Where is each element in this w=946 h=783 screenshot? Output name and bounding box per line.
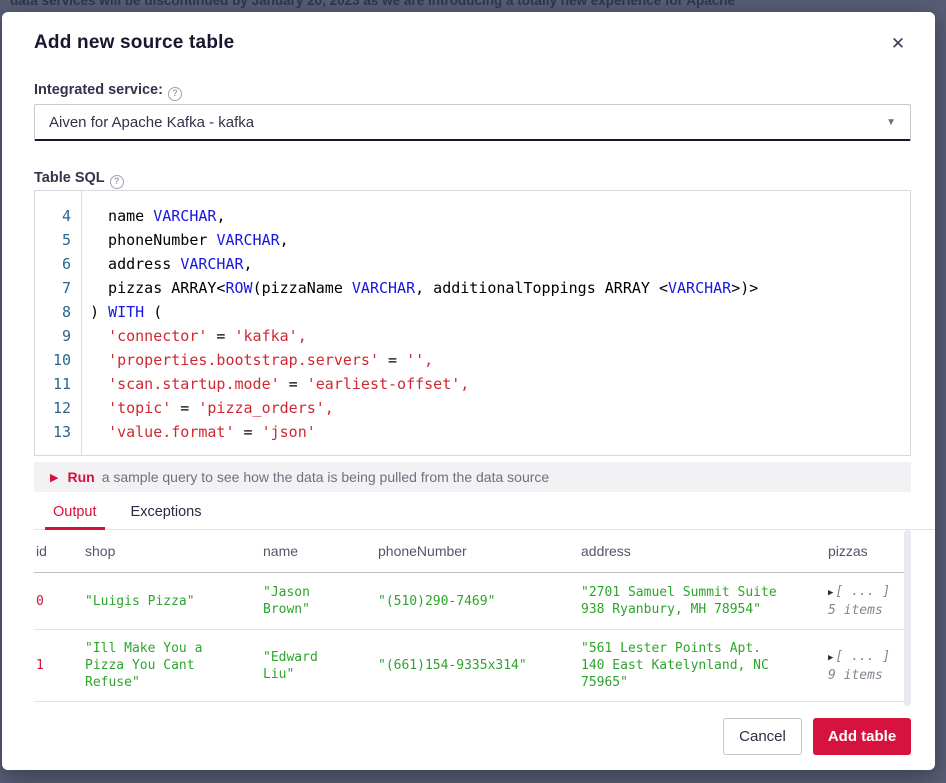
cell-shop: "Luigis Pizza": [83, 583, 261, 620]
pizzas-preview: [ ... ]: [835, 649, 890, 664]
tab-output[interactable]: Output: [45, 500, 105, 529]
code-text: name VARCHAR,: [81, 204, 225, 228]
dimmed-background-banner: data services will be discontinued by Ja…: [0, 0, 946, 12]
cell-address: "2701 Samuel Summit Suite 938 Ryanbury, …: [579, 574, 826, 628]
run-button[interactable]: Run: [67, 469, 94, 485]
code-line: 8) WITH (: [35, 300, 910, 324]
line-number: 10: [35, 348, 81, 372]
gutter-separator: [81, 191, 82, 455]
tab-exceptions[interactable]: Exceptions: [123, 500, 210, 529]
integrated-service-value: Aiven for Apache Kafka - kafka: [49, 114, 254, 131]
cancel-button[interactable]: Cancel: [723, 718, 802, 755]
pizzas-preview: [ ... ]: [835, 584, 890, 599]
result-tabs: Output Exceptions: [34, 492, 935, 530]
cell-id: 1: [34, 647, 83, 684]
run-play-icon[interactable]: ▶: [50, 471, 58, 484]
code-text: phoneNumber VARCHAR,: [81, 228, 289, 252]
code-text: 'connector' = 'kafka',: [81, 324, 307, 348]
column-header-pizzas: pizzas: [826, 543, 911, 559]
table-row: 0"Luigis Pizza""Jason Brown""(510)290-74…: [34, 573, 911, 630]
cell-pizzas: ▶[ ... ] 5 items: [826, 573, 911, 629]
code-line: 7 pizzas ARRAY<ROW(pizzaName VARCHAR, ad…: [35, 276, 910, 300]
line-number: 4: [35, 204, 81, 228]
code-text: 'scan.startup.mode' = 'earliest-offset',: [81, 372, 469, 396]
line-number: 7: [35, 276, 81, 300]
pizzas-count: 9 items: [828, 667, 901, 684]
add-source-table-modal: Add new source table ✕ Integrated servic…: [2, 12, 935, 770]
cell-name: "Edward Liu": [261, 639, 376, 693]
code-line: 10 'properties.bootstrap.servers' = '',: [35, 348, 910, 372]
column-header-id: id: [34, 543, 83, 559]
table-sql-label: Table SQL?: [34, 170, 124, 189]
add-table-button[interactable]: Add table: [813, 718, 911, 755]
code-text: 'topic' = 'pizza_orders',: [81, 396, 334, 420]
code-line: 9 'connector' = 'kafka',: [35, 324, 910, 348]
table-scrollbar[interactable]: [904, 530, 911, 706]
code-text: 'properties.bootstrap.servers' = '',: [81, 348, 433, 372]
column-header-shop: shop: [83, 543, 261, 559]
output-table: idshopnamephoneNumberaddresspizzas 0"Luig…: [34, 530, 911, 702]
run-query-bar: ▶ Run a sample query to see how the data…: [34, 462, 911, 492]
cell-shop: "Ill Make You a Pizza You Cant Refuse": [83, 630, 261, 701]
modal-title: Add new source table: [34, 32, 234, 54]
help-icon[interactable]: ?: [110, 175, 124, 189]
code-text: ) WITH (: [81, 300, 162, 324]
sql-code-editor[interactable]: 4 name VARCHAR,5 phoneNumber VARCHAR,6 a…: [34, 190, 911, 456]
code-line: 5 phoneNumber VARCHAR,: [35, 228, 910, 252]
integrated-service-label: Integrated service:?: [34, 82, 182, 101]
table-row: 1"Ill Make You a Pizza You Cant Refuse""…: [34, 630, 911, 702]
column-header-phoneNumber: phoneNumber: [376, 543, 579, 559]
code-line: 4 name VARCHAR,: [35, 204, 910, 228]
cell-id: 0: [34, 583, 83, 620]
run-description: a sample query to see how the data is be…: [102, 469, 550, 485]
chevron-down-icon: ▼: [886, 117, 896, 128]
background-banner-text: data services will be discontinued by Ja…: [10, 0, 735, 8]
cell-address: "561 Lester Points Apt. 140 East Katelyn…: [579, 630, 826, 701]
line-number: 12: [35, 396, 81, 420]
cell-pizzas: ▶[ ... ] 9 items: [826, 638, 911, 694]
column-header-name: name: [261, 543, 376, 559]
code-line: 6 address VARCHAR,: [35, 252, 910, 276]
integrated-service-select[interactable]: Aiven for Apache Kafka - kafka ▼: [34, 104, 911, 141]
line-number: 6: [35, 252, 81, 276]
cell-phone: "(510)290-7469": [376, 583, 579, 620]
line-number: 8: [35, 300, 81, 324]
code-line: 12 'topic' = 'pizza_orders',: [35, 396, 910, 420]
expander-icon[interactable]: ▶: [828, 588, 833, 598]
column-header-address: address: [579, 543, 826, 559]
line-number: 5: [35, 228, 81, 252]
line-number: 9: [35, 324, 81, 348]
code-text: address VARCHAR,: [81, 252, 253, 276]
expander-icon[interactable]: ▶: [828, 653, 833, 663]
code-text: pizzas ARRAY<ROW(pizzaName VARCHAR, addi…: [81, 276, 758, 300]
help-icon[interactable]: ?: [168, 87, 182, 101]
code-text: 'value.format' = 'json': [81, 420, 316, 444]
cell-name: "Jason Brown": [261, 574, 376, 628]
line-number: 11: [35, 372, 81, 396]
cell-phone: "(661)154-9335x314": [376, 647, 579, 684]
pizzas-count: 5 items: [828, 602, 901, 619]
close-icon[interactable]: ✕: [884, 30, 912, 58]
code-line: 13 'value.format' = 'json': [35, 420, 910, 444]
line-number: 13: [35, 420, 81, 444]
code-line: 11 'scan.startup.mode' = 'earliest-offse…: [35, 372, 910, 396]
